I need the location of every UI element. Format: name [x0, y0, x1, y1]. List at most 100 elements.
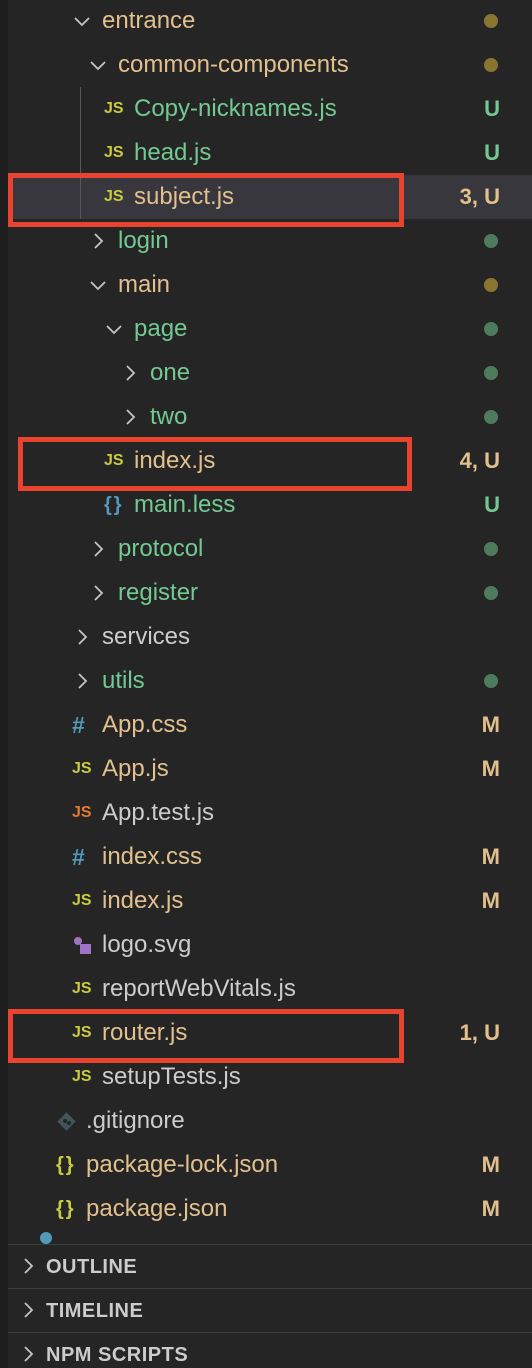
- css-file-icon: #: [72, 712, 85, 738]
- tree-file-row[interactable]: JS Copy-nicknames.js U: [8, 87, 532, 131]
- tree-folder-row[interactable]: one: [8, 351, 532, 395]
- git-status-dot: [484, 410, 498, 424]
- tree-item-label: utils: [102, 667, 145, 694]
- tree-file-row[interactable]: JS reportWebVitals.js: [8, 967, 532, 1011]
- tree-file-row[interactable]: logo.svg: [8, 923, 532, 967]
- tree-folder-row[interactable]: common-components: [8, 43, 532, 87]
- git-status-dot: [484, 586, 498, 600]
- javascript-file-icon: JS: [72, 980, 92, 997]
- chevron-right-icon[interactable]: [88, 583, 108, 603]
- chevron-right-icon[interactable]: [18, 1300, 38, 1320]
- tree-folder-row[interactable]: register: [8, 571, 532, 615]
- tree-file-row[interactable]: JS App.test.js: [8, 791, 532, 835]
- javascript-file-icon: JS: [72, 892, 92, 909]
- tree-item-label: .gitignore: [86, 1107, 185, 1134]
- annotation-highlight-box: [18, 437, 412, 491]
- git-status-badge: U: [484, 96, 500, 121]
- tree-file-row[interactable]: # App.css M: [8, 703, 532, 747]
- file-tree: entrance common-components JS Copy-nickname…: [0, 0, 532, 1242]
- tree-item-label: register: [118, 579, 199, 606]
- tree-item-label: services: [102, 623, 191, 650]
- git-status-badge: 3, U: [459, 184, 500, 209]
- git-status-badge: M: [481, 844, 500, 869]
- chevron-right-icon[interactable]: [18, 1256, 38, 1276]
- tree-folder-row[interactable]: two: [8, 395, 532, 439]
- tree-folder-row[interactable]: protocol: [8, 527, 532, 571]
- svg-file-icon: [72, 935, 96, 957]
- javascript-file-icon: JS: [104, 100, 124, 117]
- json-file-icon: {}: [56, 1154, 76, 1176]
- chevron-right-icon[interactable]: [72, 627, 92, 647]
- tree-item-label: head.js: [134, 139, 212, 166]
- git-status-badge: 4, U: [459, 448, 500, 473]
- section-npm-scripts[interactable]: NPM SCRIPTS: [8, 1332, 532, 1368]
- chevron-right-icon[interactable]: [120, 363, 140, 383]
- tree-item-label: App.test.js: [102, 799, 215, 826]
- chevron-right-icon[interactable]: [18, 1344, 38, 1364]
- explorer-panel: entrance common-components JS Copy-nickname…: [0, 0, 532, 1368]
- chevron-right-icon[interactable]: [88, 231, 108, 251]
- chevron-right-icon[interactable]: [72, 671, 92, 691]
- tree-item-label: App.js: [102, 755, 169, 782]
- javascript-file-icon: JS: [72, 1068, 92, 1085]
- tree-folder-row[interactable]: page: [8, 307, 532, 351]
- git-status-badge: M: [481, 712, 500, 737]
- annotation-highlight-box: [8, 173, 404, 227]
- git-status-badge: U: [484, 492, 500, 517]
- git-file-icon: [56, 1111, 78, 1133]
- git-status-dot: [484, 366, 498, 380]
- chevron-down-icon[interactable]: [72, 11, 92, 31]
- tree-folder-row[interactable]: entrance: [8, 0, 532, 43]
- tree-file-row[interactable]: {} package-lock.json M: [8, 1143, 532, 1187]
- tree-item-label: main: [118, 271, 171, 298]
- tree-folder-row[interactable]: utils: [8, 659, 532, 703]
- tree-file-row[interactable]: JS App.js M: [8, 747, 532, 791]
- chevron-down-icon[interactable]: [88, 275, 108, 295]
- section-title: TIMELINE: [46, 1300, 144, 1322]
- tree-item-label: index.js: [102, 887, 184, 914]
- git-status-dot: [484, 14, 498, 28]
- tree-item-label: entrance: [102, 7, 196, 34]
- git-status-badge: M: [481, 888, 500, 913]
- chevron-right-icon[interactable]: [120, 407, 140, 427]
- tree-item-label: index.css: [102, 843, 203, 870]
- section-timeline[interactable]: TIMELINE: [8, 1288, 532, 1332]
- tree-item-label: common-components: [118, 51, 349, 78]
- css-file-icon: #: [72, 844, 85, 870]
- json-file-icon: {}: [56, 1198, 76, 1220]
- tree-file-row[interactable]: .gitignore: [8, 1099, 532, 1143]
- test-file-icon: JS: [72, 804, 92, 821]
- section-title: NPM SCRIPTS: [46, 1344, 189, 1366]
- tree-item-label: two: [150, 403, 188, 430]
- javascript-file-icon: JS: [72, 760, 92, 777]
- tree-item-label: package.json: [86, 1195, 228, 1222]
- tree-item-label: login: [118, 227, 169, 254]
- chevron-down-icon[interactable]: [104, 319, 124, 339]
- annotation-highlight-box: [8, 1009, 404, 1063]
- tree-folder-row[interactable]: services: [8, 615, 532, 659]
- tree-item-label: setupTests.js: [102, 1063, 241, 1090]
- tree-item-label: package-lock.json: [86, 1151, 279, 1178]
- tree-item-label: Copy-nicknames.js: [134, 95, 337, 122]
- tree-file-row[interactable]: # index.css M: [8, 835, 532, 879]
- tree-item-label: reportWebVitals.js: [102, 975, 296, 1002]
- section-outline[interactable]: OUTLINE: [8, 1244, 532, 1288]
- tree-folder-row[interactable]: main: [8, 263, 532, 307]
- tree-file-row[interactable]: JS head.js U: [8, 131, 532, 175]
- git-status-dot: [484, 322, 498, 336]
- git-status-badge: U: [484, 140, 500, 165]
- tree-item-label: logo.svg: [102, 931, 192, 958]
- git-status-badge: M: [481, 1152, 500, 1177]
- less-file-icon: {}: [104, 494, 124, 516]
- git-status-dot: [484, 234, 498, 248]
- tree-overflow-icon: [40, 1232, 52, 1244]
- tree-file-row[interactable]: JS index.js M: [8, 879, 532, 923]
- chevron-right-icon[interactable]: [88, 539, 108, 559]
- tree-file-row[interactable]: {} package.json M: [8, 1187, 532, 1231]
- section-title: OUTLINE: [46, 1256, 138, 1278]
- tree-item-label: one: [150, 359, 191, 386]
- tree-item-label: main.less: [134, 491, 236, 518]
- chevron-down-icon[interactable]: [88, 55, 108, 75]
- javascript-file-icon: JS: [104, 144, 124, 161]
- git-status-dot: [484, 674, 498, 688]
